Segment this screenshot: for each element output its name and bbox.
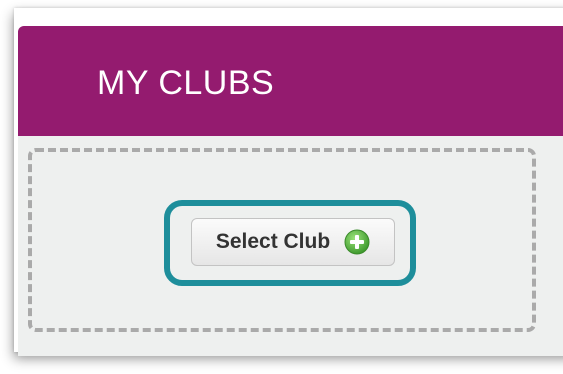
select-club-label: Select Club	[215, 230, 331, 253]
panel-title: MY CLUBS	[97, 64, 275, 102]
select-club-button[interactable]: Select Club	[191, 218, 395, 266]
panel-header: MY CLUBS	[18, 26, 563, 136]
plus-circle-icon	[344, 229, 370, 255]
my-clubs-panel: MY CLUBS	[18, 26, 563, 356]
